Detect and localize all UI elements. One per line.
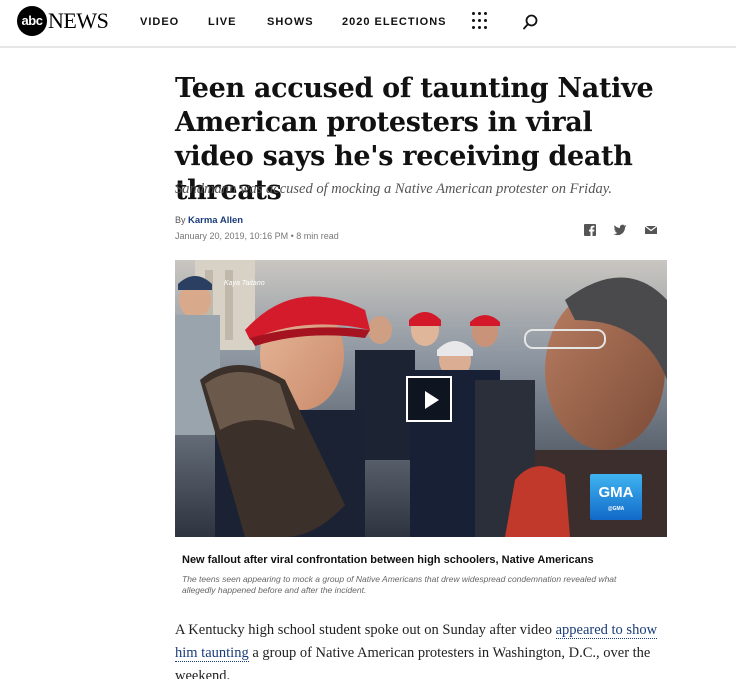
paragraph-text-start: A Kentucky high school student spoke out… <box>175 622 556 638</box>
email-icon[interactable] <box>643 222 659 238</box>
photo-credit: Kaya Taitano <box>224 280 265 287</box>
abc-logo-mark: abc <box>17 6 47 36</box>
facebook-icon[interactable] <box>582 222 598 238</box>
video-player[interactable]: Kaya Taitano GMA @GMA <box>175 260 667 537</box>
article-subheadline: Sandmann was accused of mocking a Native… <box>175 181 612 197</box>
author-link[interactable]: Karma Allen <box>188 215 243 226</box>
video-caption-description: The teens seen appearing to mock a group… <box>182 574 617 595</box>
search-icon[interactable] <box>522 13 540 31</box>
video-caption-title: New fallout after viral confrontation be… <box>182 554 594 566</box>
gma-label: GMA <box>598 484 634 501</box>
nav-2020-elections[interactable]: 2020 ELECTIONS <box>342 16 446 28</box>
nav-live[interactable]: LIVE <box>208 16 236 28</box>
publish-date: January 20, 2019, 10:16 PM <box>175 231 289 241</box>
top-navigation-bar: abc NEWS VIDEO LIVE SHOWS 2020 ELECTIONS <box>0 0 736 48</box>
gma-logo: GMA @GMA <box>590 474 642 520</box>
nav-video[interactable]: VIDEO <box>140 16 179 28</box>
news-logo-text: NEWS <box>48 8 109 33</box>
play-button[interactable] <box>406 376 452 422</box>
byline: By Karma Allen <box>175 215 243 226</box>
twitter-icon[interactable] <box>612 222 628 238</box>
gma-handle: @GMA <box>607 506 625 512</box>
byline-prefix: By <box>175 215 189 225</box>
nav-shows[interactable]: SHOWS <box>267 16 314 28</box>
grid-menu-icon[interactable] <box>472 12 490 30</box>
dateline: January 20, 2019, 10:16 PM • 8 min read <box>175 231 339 241</box>
abc-news-logo[interactable]: abc NEWS <box>17 6 109 36</box>
read-time: 8 min read <box>296 231 339 241</box>
article-paragraph: A Kentucky high school student spoke out… <box>175 619 675 679</box>
